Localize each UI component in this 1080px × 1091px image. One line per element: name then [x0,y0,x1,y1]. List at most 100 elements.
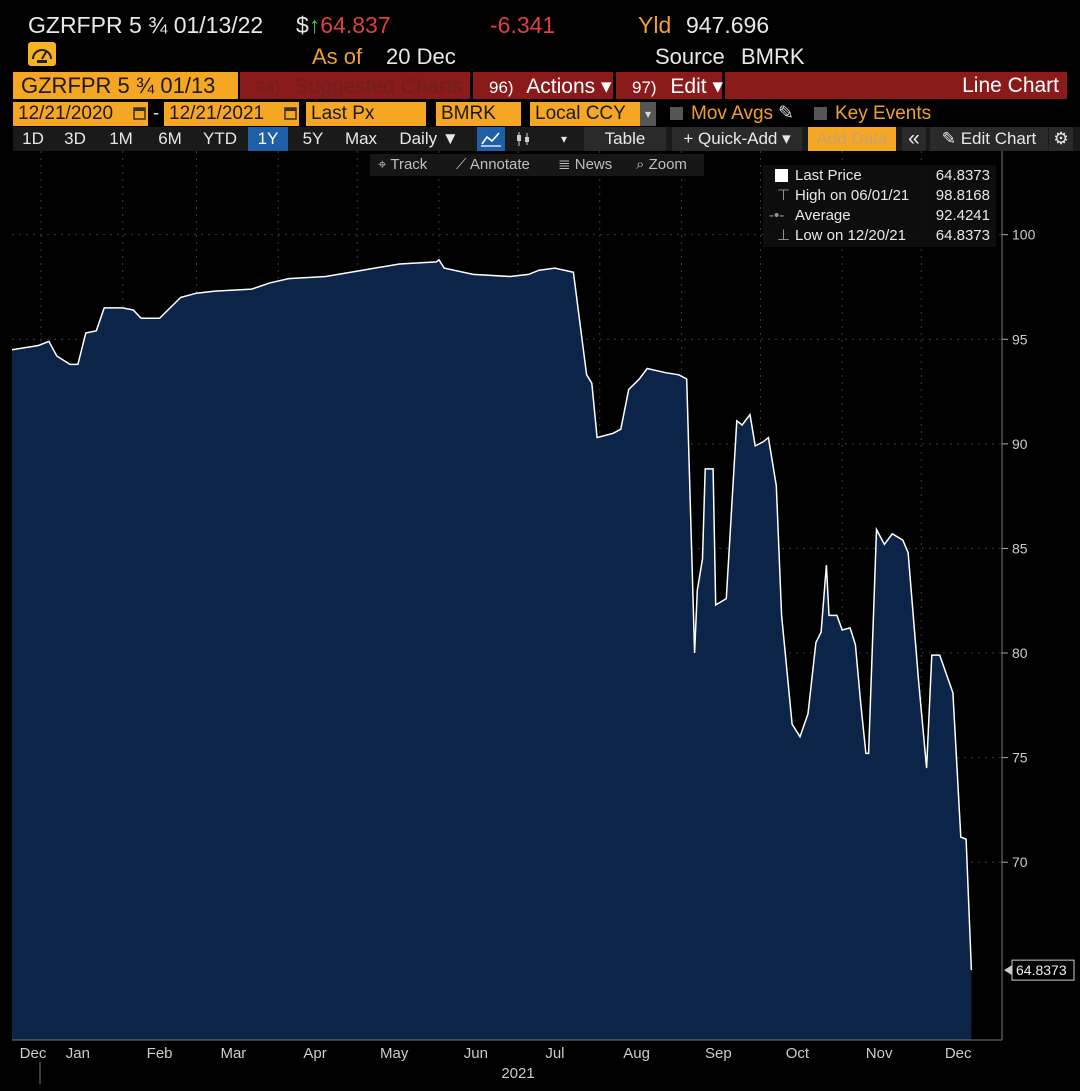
suggested-charts-label: Suggested Charts [294,75,463,98]
chart-legend: Last Price 64.8373 ⊤ High on 06/01/21 98… [763,165,996,247]
currency-dropdown-icon[interactable]: ▾ [640,102,656,126]
y-tick-label: 80 [1012,645,1028,661]
start-calendar-icon[interactable] [131,102,148,126]
track-label: Track [390,156,428,173]
period-5y-button[interactable]: 5Y [292,127,334,151]
collapse-icon[interactable]: « [902,127,926,151]
key-events-checkbox[interactable] [814,107,827,120]
up-arrow-icon: ↑ [308,12,321,38]
y-axis-ticks: 70 75 80 85 90 95 100 [1002,227,1036,870]
currency-selector-value: Local CCY [535,103,626,124]
period-6m-button[interactable]: 6M [148,127,192,151]
x-tick-label: Apr [303,1045,326,1062]
edit-chart-label: Edit Chart [960,129,1037,148]
end-date-value: 12/21/2021 [169,103,265,124]
frequency-dropdown[interactable]: Daily ▼ [390,127,468,151]
legend-value: 64.8373 [935,167,990,184]
news-tool[interactable]: ≣ News [558,154,612,176]
pencil-icon[interactable]: ✎ [778,102,794,126]
price-change: -6.341 [490,12,556,38]
edit-menu[interactable]: 97) Edit ▾ [616,72,723,99]
source-selector-value: BMRK [441,103,496,124]
source-value: BMRK [741,44,805,69]
x-tick-label: Nov [866,1045,893,1062]
y-tick-label: 95 [1012,331,1028,347]
date-range-dash: - [153,103,160,124]
x-tick-label: Feb [147,1045,173,1062]
y-tick-label: 70 [1012,854,1028,870]
source-selector[interactable]: BMRK [436,102,521,126]
legend-row-average: -•- Average 92.4241 [763,206,996,226]
x-tick-label: Sep [705,1045,732,1062]
annotate-label: Annotate [469,156,530,173]
high-marker-icon: ⊤ [777,187,791,204]
x-tick-label: Jul [545,1045,564,1062]
x-tick-label: Mar [220,1045,246,1062]
period-ytd-button[interactable]: YTD [195,127,245,151]
add-data-button[interactable]: Add Data [808,127,896,151]
last-value-label: 64.8373 [1016,962,1067,978]
legend-value: 64.8373 [935,227,990,244]
period-1y-button[interactable]: 1Y [248,127,288,151]
chart-tools: ⌖ Track ⟋ Annotate ≣ News ⌕ Zoom [370,154,704,176]
quick-add-button[interactable]: + Quick-Add ▾ [672,127,802,151]
table-button[interactable]: Table [584,127,666,151]
legend-swatch [775,169,788,182]
x-tick-label: Jun [464,1045,488,1062]
price-chart[interactable]: 70 75 80 85 90 95 100 Dec Jan Feb Mar Apr May Jun Jul… [0,151,1080,1091]
settings-gear-icon[interactable]: ⚙ [1049,127,1073,151]
key-events-label: Key Events [835,103,932,124]
pencil-icon: ✎ [941,129,961,148]
period-max-button[interactable]: Max [338,127,384,151]
as-of-label: As of [312,44,363,69]
legend-row-low: ⊥ Low on 12/20/21 64.8373 [763,226,996,246]
actions-label: Actions ▾ [526,75,612,98]
period-1m-button[interactable]: 1M [98,127,144,151]
legend-label: Low on 12/20/21 [795,227,906,244]
suggested-charts-button[interactable]: 94) Suggested Charts [240,72,470,99]
news-label: News [574,156,613,173]
end-date-field[interactable]: 12/21/2021 [164,102,299,126]
average-marker-icon: -•- [769,207,785,224]
x-tick-label: May [380,1045,409,1062]
zoom-label: Zoom [648,156,687,173]
legend-row-high: ⊤ High on 06/01/21 98.8168 [763,186,996,206]
legend-value: 92.4241 [935,207,990,224]
edit-label: Edit ▾ [670,75,723,98]
mov-avgs-checkbox[interactable] [670,107,683,120]
yield-label: Yld [638,12,672,38]
security-ticker: GZRFPR 5 ¾ 01/13/22 [28,12,264,38]
period-1d-button[interactable]: 1D [13,127,53,151]
annotate-tool[interactable]: ⟋ Annotate [456,154,530,176]
y-tick-label: 75 [1012,750,1028,766]
zoom-tool[interactable]: ⌕ Zoom [636,154,687,176]
x-tick-label: Oct [786,1045,810,1062]
price-value: 64.837 [320,12,391,38]
chart-type-label: Line Chart [962,74,1059,97]
legend-row-last: Last Price 64.8373 [763,166,996,186]
currency-selector[interactable]: Local CCY [530,102,656,126]
as-of-date: 20 Dec [386,44,456,69]
chart-style-dropdown-icon[interactable]: ▾ [555,127,573,151]
candlestick-icon[interactable] [510,127,536,151]
legend-label: Last Price [795,167,862,184]
end-calendar-icon[interactable] [282,102,299,126]
low-marker-icon: ⊥ [777,227,791,244]
field-selector[interactable]: Last Px [306,102,426,126]
last-value-marker: 64.8373 [1004,959,1075,981]
track-tool[interactable]: ⌖ Track [378,154,427,176]
actions-menu[interactable]: 96) Actions ▾ [473,72,613,99]
legend-label: High on 06/01/21 [795,187,910,204]
x-tick-label: Aug [623,1045,650,1062]
last-value-pointer [1004,965,1012,976]
security-field-label: GZRFPR 5 ¾ 01/13 [21,73,216,98]
edit-chart-button[interactable]: ✎ Edit Chart [930,127,1048,151]
currency-symbol: $ [296,12,309,38]
line-chart-icon[interactable] [477,127,505,151]
period-3d-button[interactable]: 3D [55,127,95,151]
start-date-field[interactable]: 12/21/2020 [13,102,148,126]
year-label: 2021 [501,1065,534,1082]
security-field[interactable]: GZRFPR 5 ¾ 01/13 [13,72,238,99]
gauge-icon[interactable] [28,42,56,66]
actions-number: 96) [489,78,514,97]
